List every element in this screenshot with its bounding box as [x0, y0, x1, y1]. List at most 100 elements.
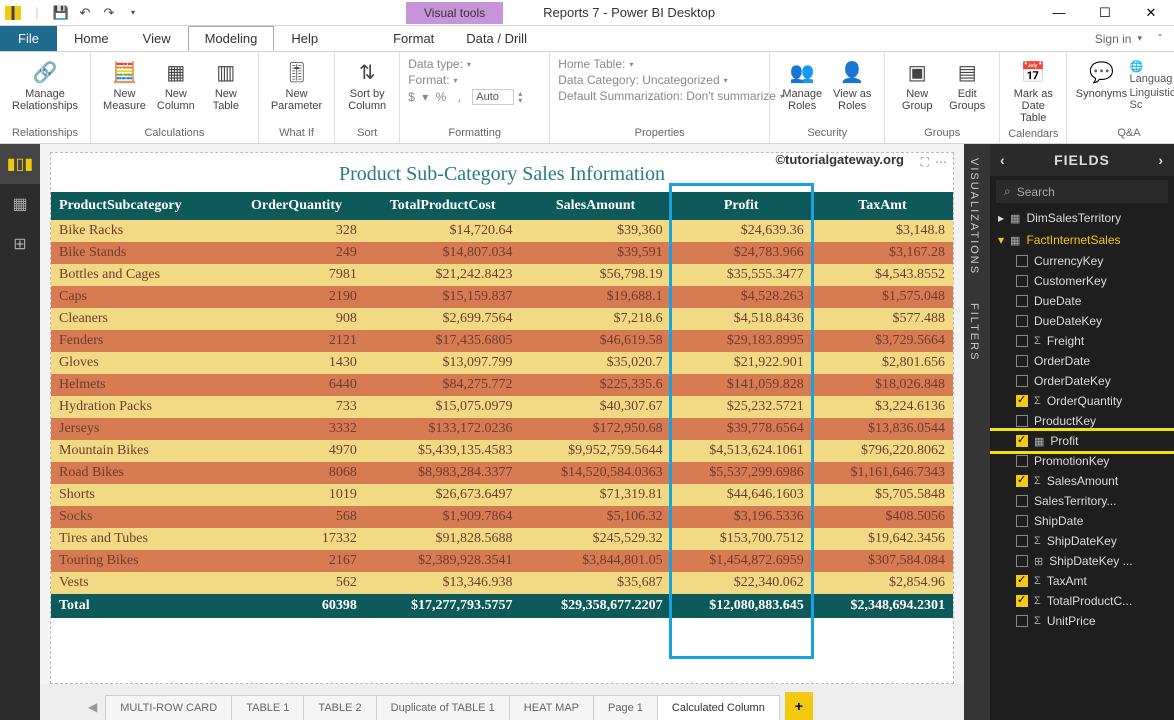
field-item[interactable]: ΣShipDateKey [990, 531, 1174, 551]
collapse-ribbon-icon[interactable]: ˆ [1158, 32, 1162, 46]
field-checkbox[interactable] [1016, 515, 1028, 527]
field-item[interactable]: ΣFreight [990, 331, 1174, 351]
stepper-icon[interactable]: ▴▾ [518, 90, 522, 104]
new-measure-button[interactable]: 🧮New Measure [99, 56, 150, 114]
field-item[interactable]: ⊞ShipDateKey ... [990, 551, 1174, 571]
field-table[interactable]: ▾▦FactInternetSales [990, 229, 1174, 251]
field-item[interactable]: ΣUnitPrice [990, 611, 1174, 631]
field-item[interactable]: ΣTotalProductC... [990, 591, 1174, 611]
add-page-button[interactable]: + [785, 692, 813, 720]
maximize-button[interactable]: ☐ [1082, 0, 1128, 26]
manage-relationships-button[interactable]: 🔗Manage Relationships [8, 56, 82, 114]
chevron-right-icon[interactable]: › [1158, 152, 1164, 168]
field-item[interactable]: ShipDate [990, 511, 1174, 531]
currency-button[interactable]: $ [408, 90, 415, 104]
percent-button[interactable]: % [436, 90, 447, 104]
field-checkbox[interactable] [1016, 295, 1028, 307]
field-checkbox[interactable] [1016, 595, 1028, 607]
column-header[interactable]: SalesAmount [520, 192, 670, 220]
help-tab[interactable]: Help [274, 26, 335, 51]
synonyms-button[interactable]: 💬Synonyms [1075, 56, 1127, 111]
datadrill-tab[interactable]: Data / Drill [450, 26, 543, 51]
field-checkbox[interactable] [1016, 275, 1028, 287]
table-row[interactable]: Tires and Tubes17332$91,828.5688$245,529… [51, 528, 953, 550]
field-item[interactable]: CustomerKey [990, 271, 1174, 291]
new-table-button[interactable]: ▥New Table [202, 56, 250, 114]
modeling-tab[interactable]: Modeling [188, 26, 275, 51]
home-tab[interactable]: Home [57, 26, 126, 51]
field-table[interactable]: ▸▦DimSalesTerritory [990, 207, 1174, 229]
field-checkbox[interactable] [1016, 395, 1028, 407]
field-checkbox[interactable] [1016, 575, 1028, 587]
redo-icon[interactable]: ↷ [100, 4, 118, 22]
table-row[interactable]: Vests562$13,346.938$35,687$22,340.062$2,… [51, 572, 953, 594]
table-row[interactable]: Bottles and Cages7981$21,242.8423$56,798… [51, 264, 953, 286]
file-tab[interactable]: File [0, 26, 57, 51]
table-row[interactable]: Fenders2121$17,435.6805$46,619.58$29,183… [51, 330, 953, 352]
field-checkbox[interactable] [1016, 535, 1028, 547]
page-tab[interactable]: Page 1 [593, 695, 658, 720]
visualizations-pane-tab[interactable]: VISUALIZATIONS [964, 144, 990, 289]
data-view-button[interactable]: ▦ [0, 184, 40, 224]
sort-by-column-button[interactable]: ⇅Sort by Column [343, 56, 391, 114]
sign-in-link[interactable]: Sign in ▾ ˆ [1083, 26, 1174, 51]
more-options-icon[interactable]: ⋯ [935, 155, 947, 170]
page-tab[interactable]: Calculated Column [657, 695, 780, 720]
language-button[interactable]: 🌐 Languag [1129, 60, 1174, 85]
manage-roles-button[interactable]: 👥Manage Roles [778, 56, 826, 114]
field-item[interactable]: OrderDateKey [990, 371, 1174, 391]
field-checkbox[interactable] [1016, 495, 1028, 507]
field-checkbox[interactable] [1016, 455, 1028, 467]
chevron-down-icon[interactable]: ▾ [629, 60, 633, 69]
page-tab[interactable]: TABLE 1 [231, 695, 304, 720]
table-row[interactable]: Touring Bikes2167$2,389,928.3541$3,844,8… [51, 550, 953, 572]
field-item[interactable]: OrderDate [990, 351, 1174, 371]
field-item[interactable]: ▦Profit [990, 431, 1174, 451]
fields-search[interactable]: ⌕ Search [996, 180, 1168, 203]
column-header[interactable]: TotalProductCost [365, 192, 521, 220]
undo-icon[interactable]: ↶ [76, 4, 94, 22]
field-item[interactable]: DueDateKey [990, 311, 1174, 331]
table-row[interactable]: Road Bikes8068$8,983,284.3377$14,520,584… [51, 462, 953, 484]
focus-mode-icon[interactable]: ⛶ [921, 155, 929, 170]
table-row[interactable]: Hydration Packs733$15,075.0979$40,307.67… [51, 396, 953, 418]
close-button[interactable]: ✕ [1128, 0, 1174, 26]
table-row[interactable]: Helmets6440$84,275.772$225,335.6$141,059… [51, 374, 953, 396]
view-tab[interactable]: View [126, 26, 188, 51]
field-item[interactable]: PromotionKey [990, 451, 1174, 471]
report-canvas[interactable]: ©tutorialgateway.org ⛶ ⋯ Product Sub-Cat… [40, 144, 964, 684]
field-checkbox[interactable] [1016, 475, 1028, 487]
field-checkbox[interactable] [1016, 555, 1028, 567]
field-checkbox[interactable] [1016, 435, 1028, 447]
field-item[interactable]: ΣTaxAmt [990, 571, 1174, 591]
column-header[interactable]: TaxAmt [812, 192, 953, 220]
minimize-button[interactable]: — [1036, 0, 1082, 26]
format-tab[interactable]: Format [377, 26, 450, 51]
qat-dropdown-icon[interactable]: ▾ [124, 4, 142, 22]
page-tab[interactable]: TABLE 2 [303, 695, 376, 720]
new-parameter-button[interactable]: 🎚New Parameter [267, 56, 326, 114]
page-tab[interactable]: HEAT MAP [509, 695, 594, 720]
view-as-roles-button[interactable]: 👤View as Roles [828, 56, 876, 114]
field-checkbox[interactable] [1016, 375, 1028, 387]
field-item[interactable]: CurrencyKey [990, 251, 1174, 271]
table-row[interactable]: Jerseys3332$133,172.0236$172,950.68$39,7… [51, 418, 953, 440]
field-checkbox[interactable] [1016, 255, 1028, 267]
new-column-button[interactable]: ▦New Column [152, 56, 200, 114]
field-item[interactable]: DueDate [990, 291, 1174, 311]
table-row[interactable]: Shorts1019$26,673.6497$71,319.81$44,646.… [51, 484, 953, 506]
table-row[interactable]: Bike Stands249$14,807.034$39,591$24,783.… [51, 242, 953, 264]
chevron-left-icon[interactable]: ‹ [1000, 152, 1006, 168]
linguistic-schema-button[interactable]: Linguistic Sc [1129, 87, 1174, 111]
field-item[interactable]: SalesTerritory... [990, 491, 1174, 511]
field-item[interactable]: ΣSalesAmount [990, 471, 1174, 491]
table-visual[interactable]: ⛶ ⋯ Product Sub-Category Sales Informati… [50, 152, 954, 684]
field-checkbox[interactable] [1016, 355, 1028, 367]
table-row[interactable]: Mountain Bikes4970$5,439,135.4583$9,952,… [51, 440, 953, 462]
new-group-button[interactable]: ▣New Group [893, 56, 941, 114]
decimal-places-input[interactable]: Auto [472, 89, 514, 105]
column-header[interactable]: Profit [671, 192, 812, 220]
field-checkbox[interactable] [1016, 615, 1028, 627]
model-view-button[interactable]: ⊞ [0, 224, 40, 264]
chevron-down-icon[interactable]: ▾ [467, 60, 471, 69]
